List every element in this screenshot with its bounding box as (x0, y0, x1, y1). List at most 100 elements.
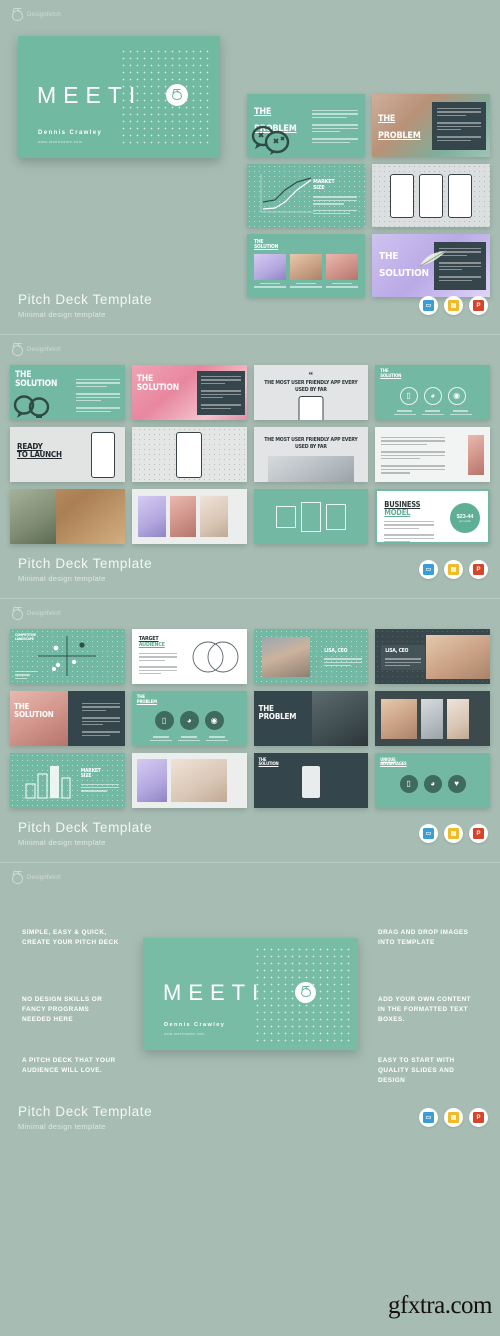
powerpoint-icon[interactable]: P (469, 560, 488, 579)
slide-lisa-ceo-light[interactable]: LISA, CEO (253, 629, 369, 684)
body-lines (312, 110, 358, 144)
bio-panel: LISA, CEO (381, 645, 426, 671)
slide-cork-photo[interactable] (10, 489, 125, 544)
frame (275, 505, 296, 528)
eye-icon: ◉ (204, 711, 224, 730)
body-lines (138, 653, 177, 675)
cat-logo-icon (12, 608, 23, 620)
slide-target-audience[interactable]: TARGET AUDIENCE (131, 629, 247, 684)
slide-business-model[interactable]: BUSINESS MODEL $23-44 per month (375, 489, 490, 544)
keynote-icon[interactable]: ▭ (419, 1108, 438, 1127)
hero-author: Dennis Crawley (38, 130, 103, 136)
brand-name: Designfetch (27, 875, 61, 881)
slide-market-size-line[interactable]: MARKET SIZE (247, 164, 365, 227)
slide-gallery-frames[interactable] (253, 489, 369, 544)
slide-team-gallery[interactable] (375, 691, 490, 746)
globe-icon: ◕ (423, 386, 442, 405)
ppt-glyph: P (473, 300, 484, 311)
slide-the-problem-photo-dark[interactable]: THE PROBLEM (253, 691, 369, 746)
cat-logo-icon (12, 9, 23, 21)
powerpoint-icon[interactable]: P (469, 296, 488, 315)
hero-slide[interactable]: MEETI Dennis Crawley www.meetiname.com (18, 36, 220, 158)
photo (421, 699, 444, 739)
section-3-slide-grid: COMPETITIVE LANDSCAPE TARGET AUDIENCE LI… (0, 629, 500, 808)
slide-title: READY TO LAUNCH (17, 442, 62, 460)
ppt-glyph: P (473, 564, 484, 575)
watermark: gfxtra.com (388, 1292, 492, 1319)
keynote-icon[interactable]: ▭ (419, 560, 438, 579)
hero-author: Dennis Crawley (164, 1022, 226, 1028)
slide-title: BUSINESS MODEL (384, 500, 421, 517)
cat-logo-icon (300, 988, 311, 997)
product-info: Pitch Deck Template Minimal design templ… (18, 1104, 152, 1131)
powerpoint-icon[interactable]: P (469, 824, 488, 843)
hero-slide-bottom[interactable]: MEETI Dennis Crawley www.meetiname.com (143, 938, 358, 1050)
photo (254, 254, 286, 280)
feature-left-2: NO DESIGN SKILLS OR FANCY PROGRAMS NEEDE… (22, 996, 103, 1023)
slide-lisa-ceo-dark[interactable]: LISA, CEO (375, 629, 490, 684)
body-lines (81, 703, 120, 737)
hero-site: www.meetiname.com (164, 1032, 205, 1036)
hero-title: MEETI (163, 980, 266, 1005)
page-subtitle: Minimal design template (18, 1122, 106, 1131)
feature-left-3: A PITCH DECK THAT YOUR AUDIENCE WILL LOV… (22, 1057, 116, 1074)
ppt-glyph: P (473, 1112, 484, 1123)
section-2-footer: Pitch Deck Template Minimal design templ… (0, 550, 500, 598)
slides-glyph: ▤ (448, 564, 459, 575)
bio-block: LISA, CEO (324, 648, 363, 667)
slide-competitive-landscape[interactable]: COMPETITIVE LANDSCAPE (10, 629, 125, 684)
slide-unique-advantages[interactable]: UNIQUE ADVANTAGES ▯ ◕ ♥ (375, 753, 490, 808)
keynote-icon[interactable]: ▭ (419, 824, 438, 843)
icon-row: ▯ ◕ ♥ (375, 753, 490, 808)
phone-mockup (419, 173, 443, 218)
brand-name: Designfetch (27, 347, 61, 353)
slides-glyph: ▤ (448, 1112, 459, 1123)
slide-the-solution-bulb[interactable]: THE SOLUTION (10, 365, 125, 420)
slide-ready-to-launch[interactable]: READY TO LAUNCH (10, 427, 125, 482)
slide-the-solution-hand[interactable]: THE SOLUTION (10, 691, 125, 746)
keynote-icon[interactable]: ▭ (419, 296, 438, 315)
page-title: Pitch Deck Template (18, 820, 153, 835)
slide-title: THE SOLUTION (14, 702, 54, 720)
slide-text-photo[interactable] (375, 427, 490, 482)
feature-right-3: EASY TO START WITH QUALITY SLIDES AND DE… (378, 1057, 455, 1084)
phone-mockup (300, 765, 321, 799)
line-chart (260, 174, 313, 213)
photo-row (254, 254, 358, 280)
photo (312, 691, 369, 746)
slide-product-trio[interactable] (131, 489, 247, 544)
slide-the-solution-pink[interactable]: THE SOLUTION (131, 365, 247, 420)
price-unit: per month (459, 519, 471, 523)
caption-row (138, 736, 241, 741)
section-header: Designfetch (0, 335, 500, 365)
slide-the-solution-phone[interactable]: THE SOLUTION (253, 753, 369, 808)
phone-mockup (298, 396, 324, 420)
slide-phone-center[interactable] (131, 427, 247, 482)
body-lines (384, 521, 435, 542)
slide-quote-laptop[interactable]: THE MOST USER FRIENDLY APP EVERY USED BY… (253, 427, 369, 482)
globe-icon: ◕ (179, 711, 199, 730)
google-slides-icon[interactable]: ▤ (444, 560, 463, 579)
slide-the-solution-icons[interactable]: THE SOLUTION ▯ ◕ ◉ (375, 365, 490, 420)
slide-the-problem-icons[interactable]: THE PROBLEM ▯ ◕ ◉ (131, 691, 247, 746)
page-title: Pitch Deck Template (18, 1104, 153, 1119)
text-panel (196, 371, 245, 415)
price-badge: $23-44 per month (450, 503, 480, 533)
slide-the-problem-icon[interactable]: THE PROBLEM (247, 94, 365, 157)
frame (300, 501, 321, 532)
product-info: Pitch Deck Template Minimal design templ… (18, 292, 152, 319)
photo (136, 759, 167, 802)
slide-quote-mobile[interactable]: “ THE MOST USER FRIENDLY APP EVERY USED … (253, 365, 369, 420)
section-1-slide-grid: THE PROBLEM THE PROBLEM MARKET SIZE THE … (247, 94, 490, 297)
slide-the-problem-photo[interactable]: THE PROBLEM (372, 94, 490, 157)
google-slides-icon[interactable]: ▤ (444, 1108, 463, 1127)
slide-photo-duo[interactable] (131, 753, 247, 808)
slide-market-size-bars[interactable]: MARKET SIZE (10, 753, 125, 808)
powerpoint-icon[interactable]: P (469, 1108, 488, 1127)
quote-mark-icon: “ (308, 370, 314, 380)
photo (447, 699, 470, 739)
photo (137, 496, 166, 537)
google-slides-icon[interactable]: ▤ (444, 824, 463, 843)
slide-phone-mockups[interactable] (372, 164, 490, 227)
google-slides-icon[interactable]: ▤ (444, 296, 463, 315)
